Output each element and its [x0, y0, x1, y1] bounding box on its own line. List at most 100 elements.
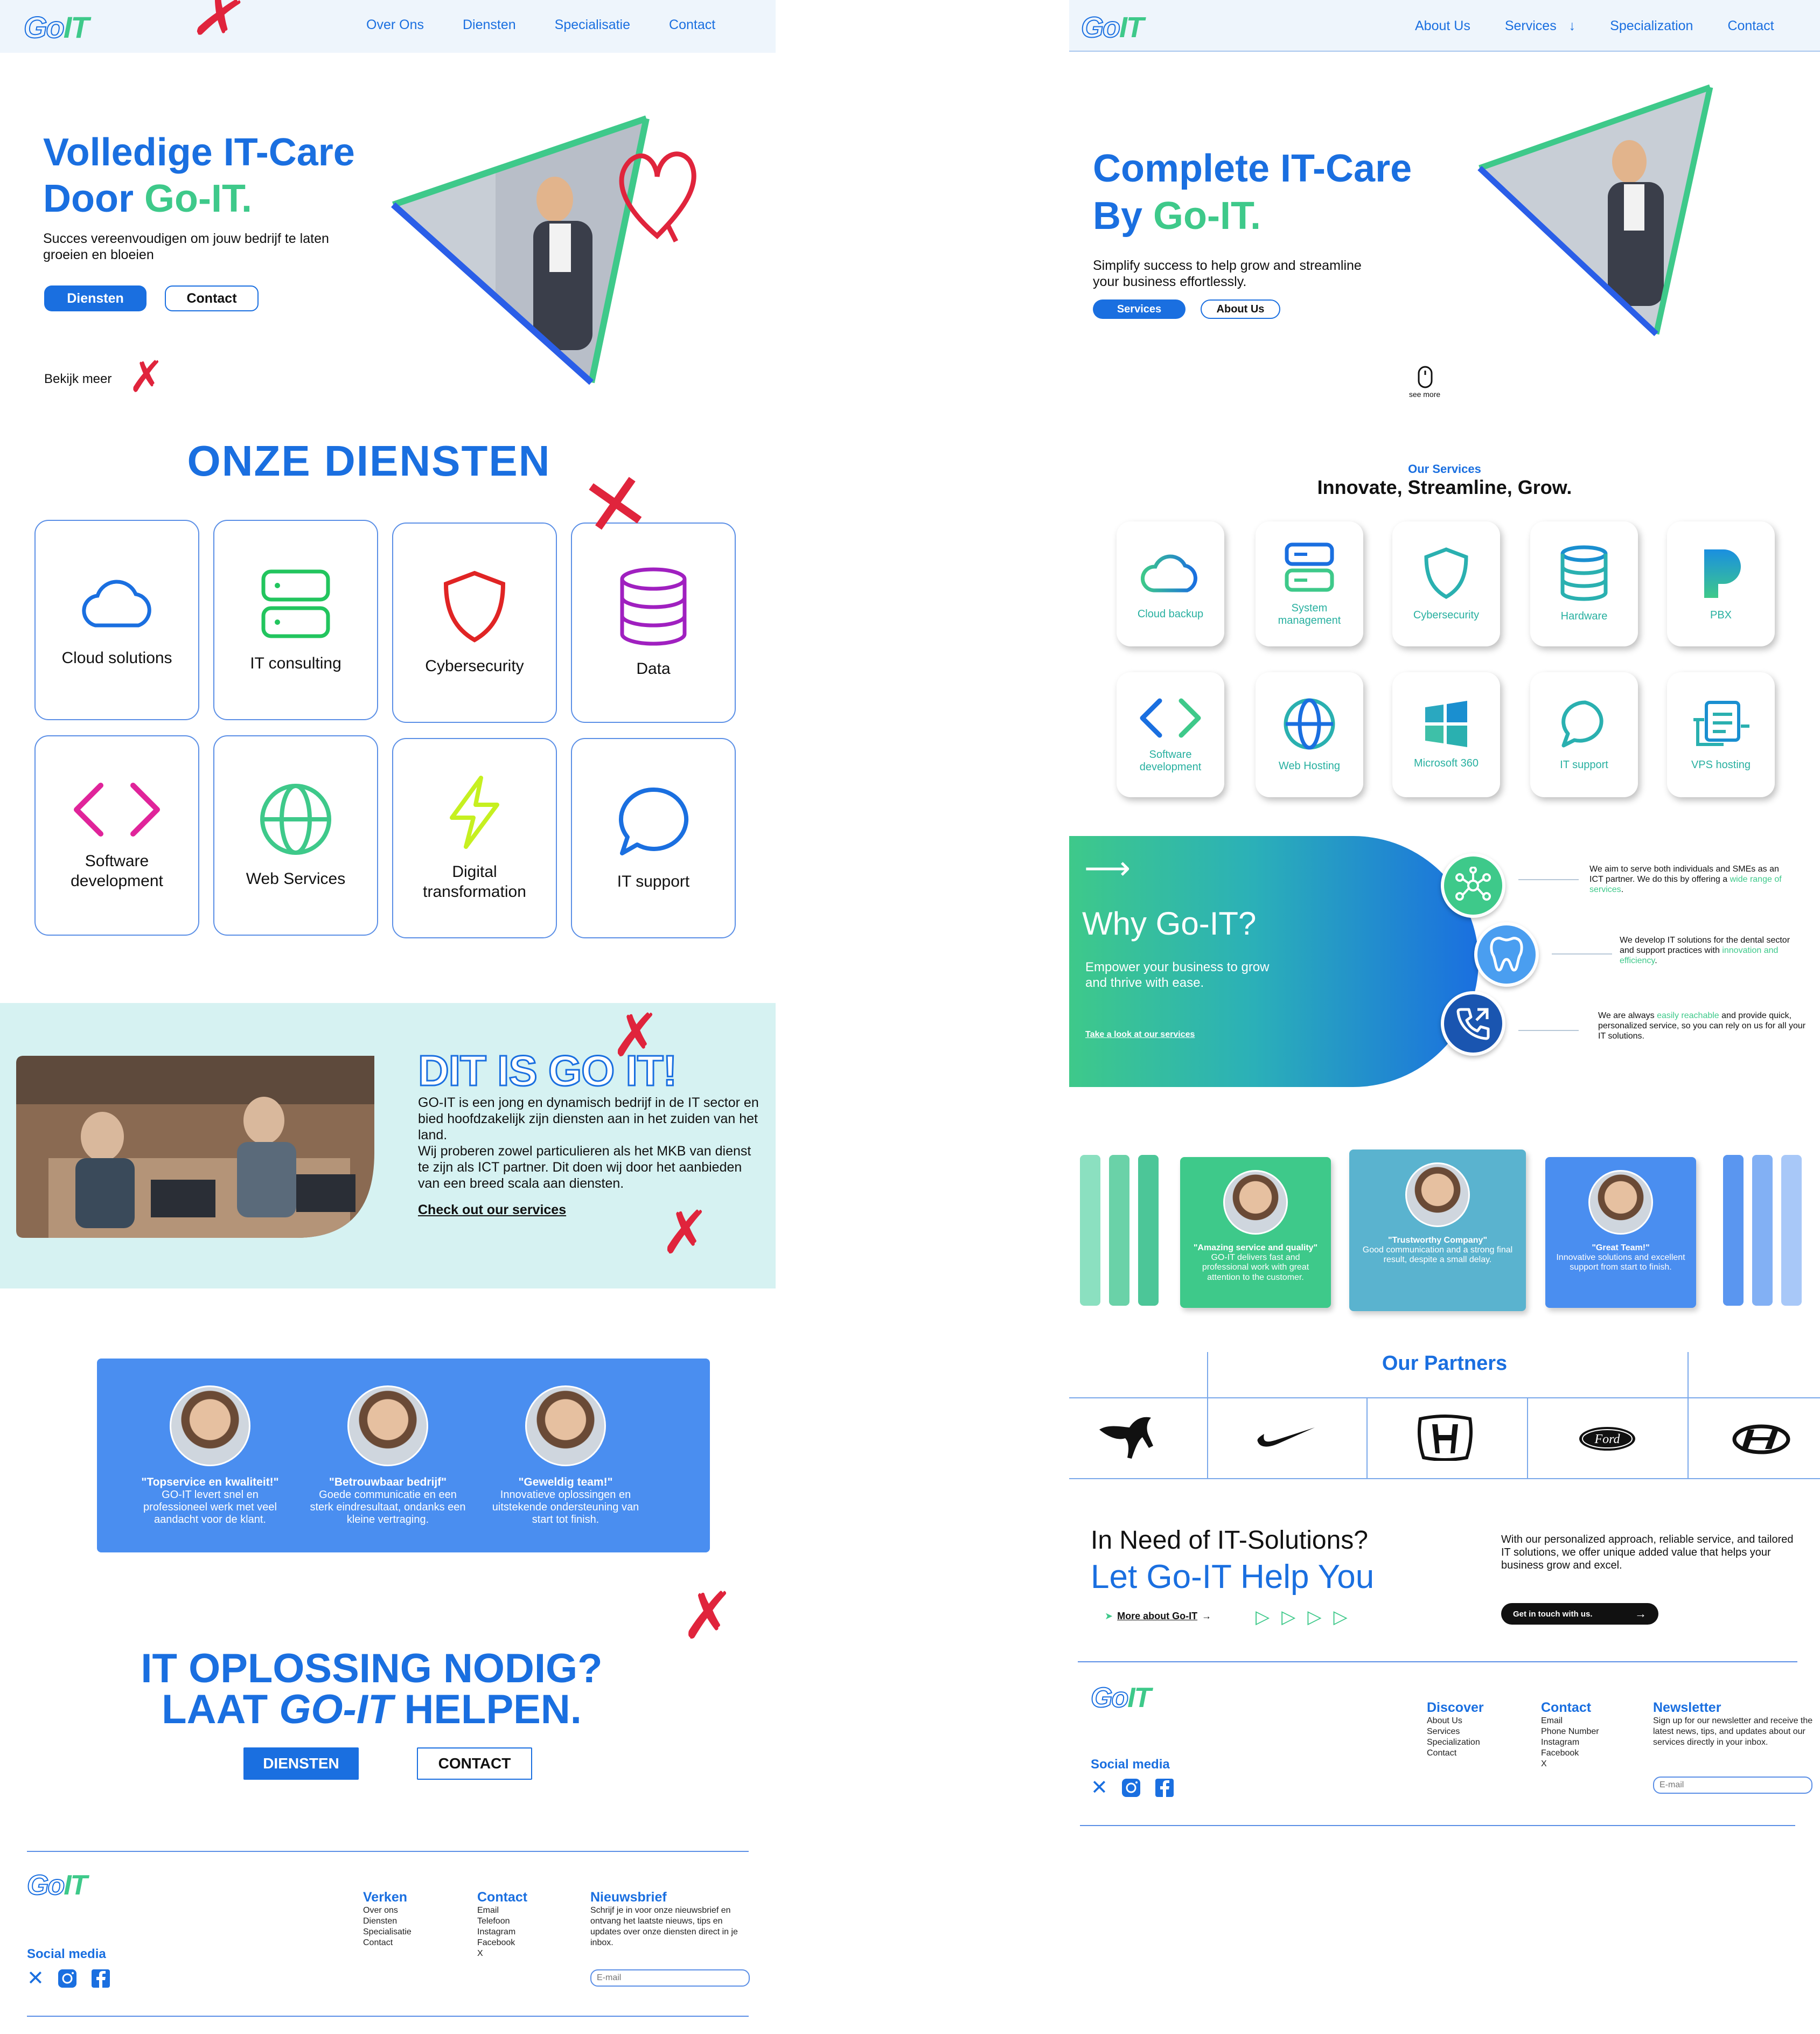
triangle-play-icon: ▷ [1307, 1607, 1322, 1627]
cta-contact-button[interactable]: CONTACT [417, 1747, 532, 1780]
footer-col-contact: Contact Email Phone Number Instagram Fac… [1541, 1700, 1599, 1770]
x-twitter-icon[interactable]: ✕ [1091, 1778, 1108, 1798]
hero-contact-button[interactable]: Contact [165, 285, 259, 311]
instagram-icon[interactable] [1121, 1778, 1141, 1798]
footer-link-contact[interactable]: Contact [1427, 1748, 1484, 1759]
footer-link-diensten[interactable]: Diensten [363, 1916, 412, 1927]
cta-heading: IT OPLOSSING NODIG? LAAT GO-IT HELPEN. [0, 1648, 743, 1730]
footer-col-title: Contact [477, 1890, 528, 1905]
testimonial-text: Innovatieve oplossingen en uitstekende o… [492, 1489, 639, 1526]
footer-col-title: Nieuwsbrief [590, 1890, 667, 1905]
footer-logo[interactable]: GoIT [26, 1869, 87, 1901]
service-card-it-support[interactable]: IT support [571, 738, 736, 938]
hero-about-button[interactable]: About Us [1201, 299, 1280, 319]
facebook-icon[interactable] [1154, 1778, 1175, 1798]
why-services-link[interactable]: Take a look at our services [1085, 1030, 1195, 1040]
footer-link-x[interactable]: X [1541, 1759, 1599, 1770]
footer-link-instagram[interactable]: Instagram [1541, 1737, 1599, 1748]
footer-link-x[interactable]: X [477, 1948, 527, 1959]
facebook-icon[interactable] [90, 1968, 111, 1989]
decor-chevrons: ▷ ▷ ▷ ▷ [1256, 1606, 1348, 1628]
testimonial-card: "Great Team!" Innovative solutions and e… [1545, 1157, 1696, 1308]
windows-icon [1422, 700, 1470, 751]
globe-icon [1282, 697, 1336, 754]
x-twitter-icon[interactable]: ✕ [27, 1968, 44, 1989]
logo-it: IT [64, 1870, 87, 1901]
see-more-link[interactable]: Bekijk meer [44, 372, 111, 387]
service-label: Microsoft 360 [1413, 757, 1479, 769]
footer-link-about[interactable]: About Us [1427, 1716, 1484, 1726]
nav-services-dropdown[interactable]: Services ↓ [1505, 18, 1575, 34]
testimonial-card: "Betrouwbaar bedrijf" Goede communicatie… [307, 1385, 469, 1526]
service-label: PBX [1710, 609, 1732, 621]
footer-email-input[interactable] [1653, 1777, 1812, 1794]
footer-link-email[interactable]: Email [1541, 1716, 1599, 1726]
logo[interactable]: GoIT [1080, 11, 1144, 44]
cta-line1: IT OPLOSSING NODIG? [141, 1646, 603, 1691]
scroll-mouse-icon[interactable] [1417, 365, 1433, 389]
nav-specialization[interactable]: Specialization [1610, 18, 1693, 34]
nav-contact[interactable]: Contact [1727, 18, 1774, 34]
service-card-data[interactable]: Data [571, 523, 736, 723]
footer-link-services[interactable]: Services [1427, 1726, 1484, 1737]
footer-link-contact[interactable]: Contact [363, 1938, 412, 1948]
services-kicker: Our Services [1408, 462, 1481, 476]
service-card-cloud[interactable]: Cloud solutions [34, 520, 199, 720]
service-card-microsoft-360[interactable]: Microsoft 360 [1392, 672, 1500, 797]
nav-contact[interactable]: Contact [669, 17, 715, 33]
service-card-cybersecurity[interactable]: Cybersecurity [392, 523, 557, 723]
nav-about-us[interactable]: About Us [1415, 18, 1470, 34]
about-services-link[interactable]: Check out our services [418, 1202, 566, 1218]
footer-link-phone[interactable]: Phone Number [1541, 1726, 1599, 1737]
footer-link-facebook[interactable]: Facebook [1541, 1748, 1599, 1759]
hero-services-button[interactable]: Services [1093, 299, 1186, 319]
get-in-touch-button[interactable]: Get in touch with us. → [1501, 1603, 1658, 1625]
ford-logo-text: Ford [1594, 1432, 1620, 1446]
footer-social-label: Social media [1091, 1757, 1170, 1772]
lightning-icon [450, 775, 499, 849]
service-card-vps-hosting[interactable]: VPS hosting [1667, 672, 1775, 797]
see-more-label[interactable]: see more [1403, 390, 1446, 399]
service-card-cloud-backup[interactable]: Cloud backup [1117, 521, 1224, 646]
service-card-hardware[interactable]: Hardware [1530, 521, 1638, 646]
cta-line1: In Need of IT-Solutions? [1091, 1526, 1368, 1555]
service-card-pbx[interactable]: PBX [1667, 521, 1775, 646]
nav-over-ons[interactable]: Over Ons [366, 17, 424, 33]
triangle-play-icon: ▷ [1256, 1607, 1270, 1627]
ford-logo-icon: Ford [1579, 1427, 1635, 1451]
service-card-it-consulting[interactable]: IT consulting [213, 520, 378, 720]
service-card-web-hosting[interactable]: Web Hosting [1256, 672, 1363, 797]
footer-link-facebook[interactable]: Facebook [477, 1938, 527, 1948]
vps-icon [1691, 698, 1751, 753]
why-point-1-text: We aim to serve both individuals and SME… [1589, 864, 1789, 895]
service-card-software-development[interactable]: Software development [1117, 672, 1224, 797]
footer-link-email[interactable]: Email [477, 1905, 527, 1916]
about-title: DIT IS GO IT! [417, 1046, 678, 1096]
service-card-web-services[interactable]: Web Services [213, 735, 378, 936]
nav-specialisatie[interactable]: Specialisatie [555, 17, 630, 33]
testimonial-card: "Topservice en kwaliteit!" GO-IT levert … [129, 1385, 291, 1526]
service-card-it-support[interactable]: IT support [1530, 672, 1638, 797]
footer-link-specialisatie[interactable]: Specialisatie [363, 1927, 412, 1938]
puma-logo-icon [1099, 1417, 1153, 1459]
nav-services[interactable]: Services [1505, 18, 1557, 33]
footer-email-input[interactable] [590, 1969, 750, 1987]
footer-link-instagram[interactable]: Instagram [477, 1927, 527, 1938]
cta-more-link[interactable]: ➤ More about Go-IT → [1105, 1611, 1211, 1622]
footer-link-specialization[interactable]: Specialization [1427, 1737, 1484, 1748]
service-card-cybersecurity[interactable]: Cybersecurity [1392, 521, 1500, 646]
footer-link-telefoon[interactable]: Telefoon [477, 1916, 527, 1927]
service-card-system-management[interactable]: System management [1256, 521, 1363, 646]
cta-diensten-button[interactable]: DIENSTEN [243, 1747, 359, 1780]
service-card-digital-transformation[interactable]: Digital transformation [392, 738, 557, 938]
service-card-software-development[interactable]: Software development [34, 735, 199, 936]
footer-link-over-ons[interactable]: Over ons [363, 1905, 412, 1916]
instagram-icon[interactable] [57, 1968, 78, 1989]
footer-logo[interactable]: GoIT [1090, 1682, 1151, 1714]
annotation-check: ✗ [128, 353, 165, 401]
phone-call-icon [1456, 1008, 1490, 1040]
hero-title: Volledige IT-Care Door Go-IT. [43, 129, 355, 222]
nav-diensten[interactable]: Diensten [463, 17, 516, 33]
hero-diensten-button[interactable]: Diensten [44, 285, 147, 311]
logo[interactable]: GoIT [23, 10, 89, 45]
